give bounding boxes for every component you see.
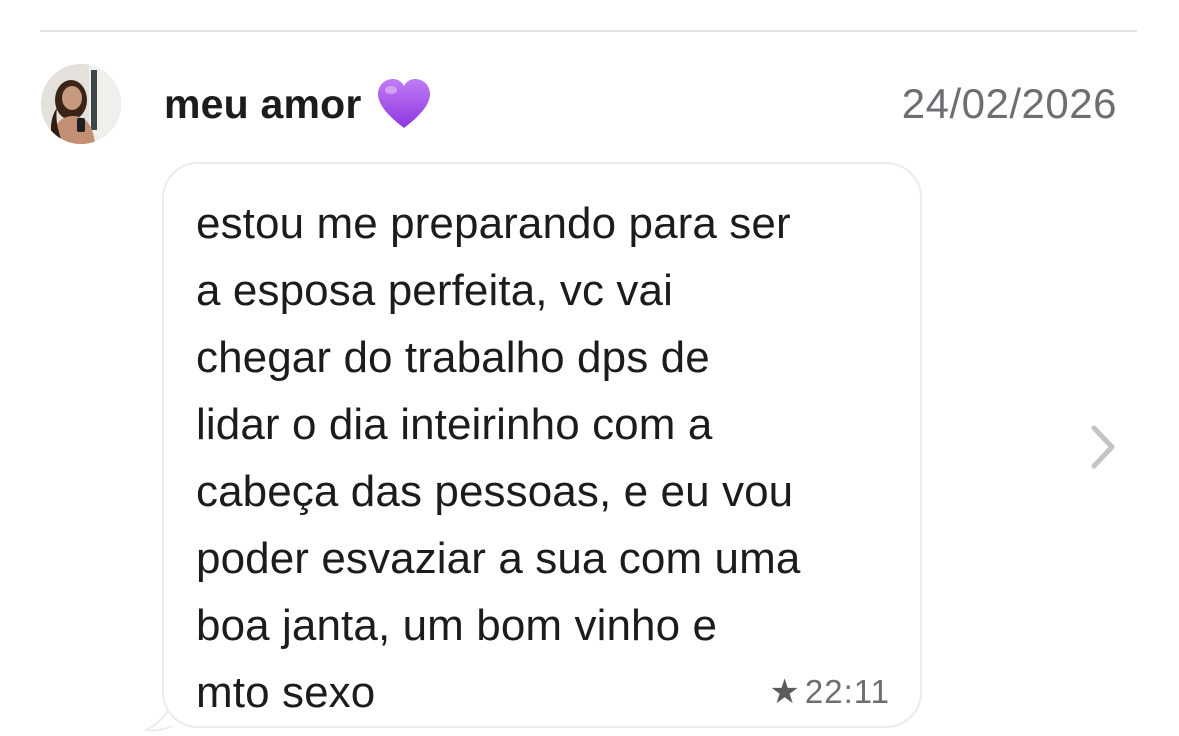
message-time: 22:11 — [804, 673, 890, 710]
sender-name: meu amor — [164, 80, 362, 127]
message-detail-view: meu amor 24/02/2026 estou me preparando … — [0, 0, 1179, 736]
top-divider — [40, 30, 1137, 32]
message-date: 24/02/2026 — [901, 80, 1117, 127]
avatar[interactable] — [41, 64, 121, 144]
purple-heart-icon — [376, 78, 432, 130]
avatar-photo-icon — [41, 64, 121, 144]
chevron-right-icon[interactable] — [1088, 424, 1118, 470]
message-text: estou me preparando para ser a esposa pe… — [196, 199, 801, 717]
message-meta: ★ 22:11 — [769, 672, 890, 712]
star-icon: ★ — [769, 673, 801, 711]
message-bubble[interactable]: estou me preparando para ser a esposa pe… — [162, 162, 922, 728]
sender-header: meu amor — [164, 78, 432, 130]
message-bubble-container: estou me preparando para ser a esposa pe… — [140, 162, 930, 736]
